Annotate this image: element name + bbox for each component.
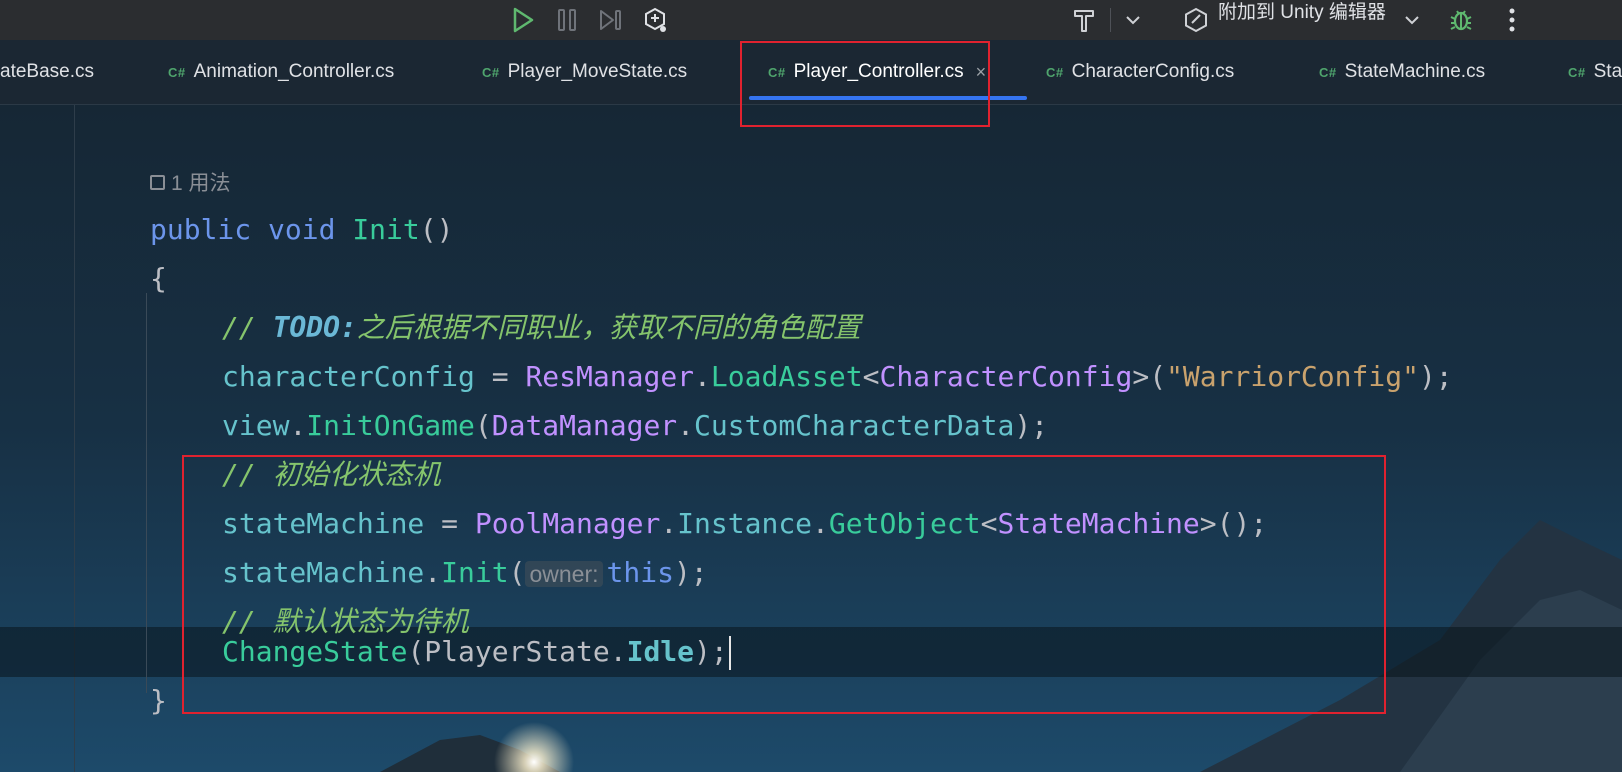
- unity-debug-button[interactable]: [640, 0, 670, 40]
- tab-label: Sta: [1593, 61, 1622, 82]
- punctuation: >(: [1132, 360, 1167, 393]
- usage-hint-label: 1 用法: [171, 172, 231, 195]
- annotation-box-state-machine-code: [182, 455, 1386, 714]
- comment-slashes: //: [222, 311, 273, 344]
- bug-icon: [1450, 10, 1472, 31]
- punctuation: );: [1014, 409, 1049, 442]
- punctuation: <: [862, 360, 880, 393]
- punctuation: .: [677, 409, 695, 442]
- keyword: public: [150, 213, 252, 246]
- tab-label: Player_MoveState.cs: [507, 61, 688, 82]
- annotation-box-active-tab: [740, 41, 990, 127]
- close-brace: }: [150, 684, 167, 717]
- tab-label: Animation_Controller.cs: [193, 61, 395, 82]
- unity-attach-icon-btn[interactable]: [1182, 0, 1210, 40]
- punctuation: (: [474, 409, 492, 442]
- step-icon: [600, 10, 621, 30]
- usage-link-icon: [150, 174, 165, 190]
- method-name: InitOnGame: [306, 409, 475, 442]
- open-brace: {: [150, 262, 167, 295]
- csharp-file-icon: C#: [1319, 64, 1337, 80]
- comment-text: 之后根据不同职业，获取不同的角色配置: [356, 311, 861, 344]
- tab-characterconfig[interactable]: C# CharacterConfig.cs: [1046, 40, 1234, 104]
- run-button[interactable]: [508, 0, 538, 40]
- top-toolbar: 附加到 Unity 编辑器: [0, 0, 1622, 40]
- tab-statebase[interactable]: ateBase.cs: [0, 40, 94, 104]
- more-icon: [1509, 8, 1515, 32]
- toolbar-separator: [1110, 8, 1111, 32]
- type-name: CharacterConfig: [879, 360, 1133, 393]
- hammer-icon: [1074, 10, 1094, 32]
- attach-dropdown-button[interactable]: [1400, 0, 1424, 40]
- string-literal: "WarriorConfig": [1166, 360, 1419, 393]
- variable: view: [222, 409, 290, 442]
- tab-player-movestate[interactable]: C# Player_MoveState.cs: [482, 40, 687, 104]
- csharp-file-icon: C#: [1046, 64, 1064, 80]
- code-line-4: characterConfig = ResManager.LoadAsset<C…: [222, 352, 1453, 401]
- punctuation: );: [1418, 360, 1453, 393]
- csharp-file-icon: C#: [168, 64, 186, 80]
- chevron-down-icon: [1126, 16, 1140, 25]
- csharp-file-icon: C#: [482, 64, 500, 80]
- keyword: void: [268, 213, 336, 246]
- code-line-2: {: [150, 254, 167, 303]
- tab-label: ateBase.cs: [0, 61, 94, 82]
- build-dropdown-button[interactable]: [1120, 0, 1146, 40]
- tab-statemachine[interactable]: C# StateMachine.cs: [1319, 40, 1485, 104]
- code-line-1: public void Init(): [150, 205, 453, 254]
- build-button[interactable]: [1070, 0, 1098, 40]
- usage-hint[interactable]: 1 用法: [150, 167, 231, 197]
- attach-to-unity-label[interactable]: 附加到 Unity 编辑器: [1218, 0, 1386, 26]
- chevron-down-icon: [1405, 16, 1419, 25]
- code-line-11: }: [150, 676, 167, 725]
- tab-label: StateMachine.cs: [1344, 61, 1486, 82]
- type-name: ResManager: [525, 360, 695, 393]
- pause-button[interactable]: [553, 0, 581, 40]
- punctuation: .: [289, 409, 307, 442]
- todo-marker: TODO:: [272, 311, 357, 344]
- operator: =: [474, 360, 526, 393]
- tab-state-overflow[interactable]: C# Sta: [1568, 40, 1622, 104]
- tab-animation-controller[interactable]: C# Animation_Controller.cs: [168, 40, 394, 104]
- run-icon: [513, 7, 534, 33]
- unity-debug-icon: [645, 7, 666, 32]
- method-name: Init: [352, 213, 420, 246]
- punctuation: .: [694, 360, 711, 393]
- more-actions-button[interactable]: [1500, 0, 1524, 40]
- unity-attach-icon: [1185, 7, 1207, 33]
- punctuation: (): [419, 213, 454, 246]
- type-name: DataManager: [491, 409, 678, 442]
- field-name: CustomCharacterData: [694, 409, 1015, 442]
- code-line-3: // TODO:之后根据不同职业，获取不同的角色配置: [222, 303, 861, 352]
- variable: characterConfig: [222, 360, 475, 393]
- block-indent-guide: [146, 293, 147, 693]
- method-name: LoadAsset: [710, 360, 863, 393]
- pause-icon: [558, 9, 576, 31]
- step-button[interactable]: [596, 0, 626, 40]
- tab-label: CharacterConfig.cs: [1071, 61, 1235, 82]
- code-line-5: view.InitOnGame(DataManager.CustomCharac…: [222, 401, 1048, 450]
- csharp-file-icon: C#: [1568, 64, 1586, 80]
- debug-button[interactable]: [1446, 0, 1476, 40]
